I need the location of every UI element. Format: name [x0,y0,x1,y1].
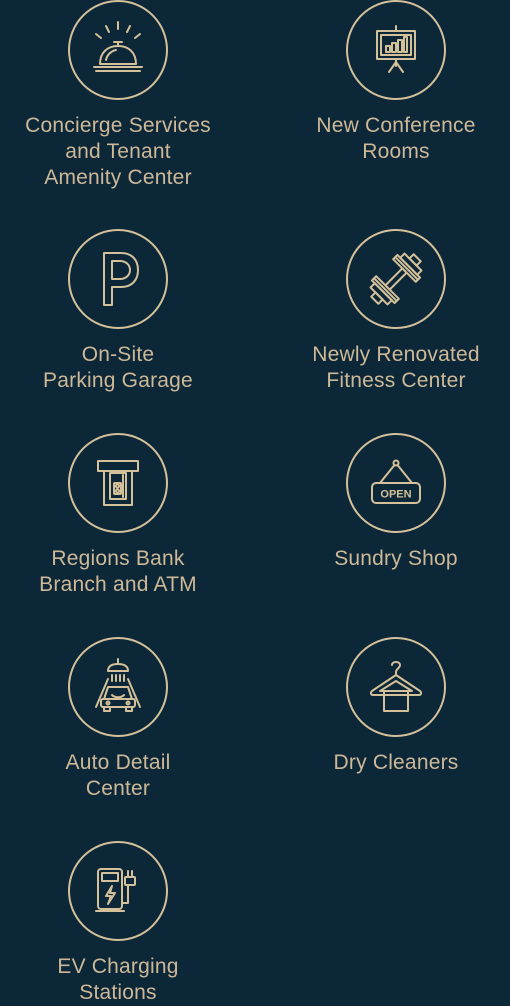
open-sign-icon: OPEN [346,433,446,533]
amenity-label: On-Site Parking Garage [43,343,193,392]
amenity-label: Regions Bank Branch and ATM [39,547,197,596]
presentation-board-icon [346,0,446,100]
dumbbell-icon [346,229,446,329]
amenity-label: Sundry Shop [334,547,458,570]
car-wash-icon [68,637,168,737]
clothes-hanger-icon [346,637,446,737]
open-sign-text: OPEN [380,489,411,501]
amenity-label: Newly Renovated Fitness Center [312,343,480,392]
parking-icon [68,229,168,329]
amenity-label: Auto Detail Center [65,751,171,800]
concierge-bell-icon [68,0,168,100]
amenity-label: Dry Cleaners [333,751,459,774]
ev-charger-icon [68,841,168,941]
atm-icon [68,433,168,533]
amenity-label: EV Charging Stations [57,955,179,1004]
amenity-label: Concierge Services and Tenant Amenity Ce… [25,114,211,189]
amenity-label: New Conference Rooms [316,114,476,163]
